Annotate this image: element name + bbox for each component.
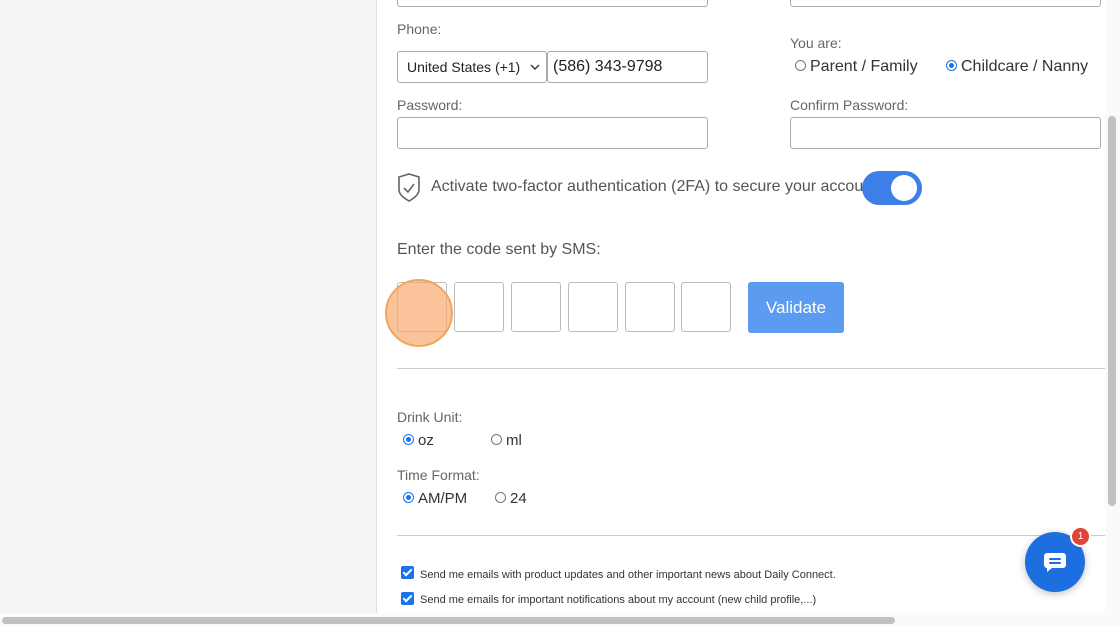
phone-number-value: (586) 343-9798: [553, 58, 663, 75]
left-blank-area: [0, 0, 376, 613]
horizontal-scrollbar-thumb[interactable]: [2, 617, 895, 624]
password-label: Password:: [397, 97, 463, 113]
role-parent-radio[interactable]: [795, 60, 806, 71]
time-format-label: Time Format:: [397, 467, 480, 483]
two-factor-text: Activate two-factor authentication (2FA)…: [431, 178, 881, 195]
chevron-down-icon: [529, 60, 541, 78]
sms-code-label: Enter the code sent by SMS:: [397, 241, 601, 258]
confirm-password-label: Confirm Password:: [790, 97, 909, 113]
drink-unit-ml-radio[interactable]: [491, 434, 502, 445]
role-label: You are:: [790, 35, 842, 51]
country-code-select[interactable]: United States (+1): [397, 51, 547, 83]
time-format-24-radio[interactable]: [495, 492, 506, 503]
chat-badge-count: 1: [1077, 531, 1084, 542]
shield-check-icon: [397, 173, 421, 208]
time-format-ampm-radio[interactable]: [403, 492, 414, 503]
vertical-scrollbar-thumb[interactable]: [1108, 116, 1116, 506]
drink-unit-ml-label[interactable]: ml: [506, 432, 522, 449]
country-code-value: United States (+1): [407, 59, 521, 75]
drink-unit-label: Drink Unit:: [397, 409, 463, 425]
sms-digit-5[interactable]: [625, 282, 675, 332]
phone-label: Phone:: [397, 21, 442, 37]
role-childcare-radio[interactable]: [946, 60, 957, 71]
drink-unit-oz-radio[interactable]: [403, 434, 414, 445]
section-divider: [397, 368, 1107, 369]
horizontal-scrollbar[interactable]: [0, 613, 1120, 626]
two-factor-toggle[interactable]: [862, 171, 922, 205]
phone-number-input[interactable]: (586) 343-9798: [547, 51, 708, 83]
password-input[interactable]: [397, 117, 708, 149]
email-updates-label[interactable]: Send me emails with product updates and …: [420, 569, 836, 581]
registration-form-panel: Phone: United States (+1) (586) 343-9798…: [376, 0, 1120, 613]
section-divider-2: [397, 535, 1107, 536]
confirm-password-input[interactable]: [790, 117, 1101, 149]
time-format-ampm-label[interactable]: AM/PM: [418, 490, 467, 507]
validate-button-label: Validate: [765, 298, 827, 317]
role-parent-label[interactable]: Parent / Family: [810, 58, 918, 76]
email-notifications-checkbox[interactable]: [401, 592, 414, 605]
vertical-scrollbar[interactable]: [1105, 0, 1120, 613]
email-notifications-label[interactable]: Send me emails for important notificatio…: [420, 594, 816, 606]
chat-button[interactable]: 1: [1025, 526, 1091, 592]
previous-field-right[interactable]: [790, 0, 1101, 7]
drink-unit-oz-label[interactable]: oz: [418, 432, 434, 449]
click-indicator: [385, 279, 453, 347]
chat-bubble-icon: [1043, 552, 1067, 579]
sms-digit-6[interactable]: [681, 282, 731, 332]
previous-field-left[interactable]: [397, 0, 708, 7]
chat-notification-badge: 1: [1070, 526, 1091, 547]
time-format-24-label[interactable]: 24: [510, 490, 527, 507]
email-updates-checkbox[interactable]: [401, 566, 414, 579]
validate-button[interactable]: Validate: [748, 282, 844, 333]
sms-digit-4[interactable]: [568, 282, 618, 332]
toggle-knob: [891, 175, 917, 201]
sms-digit-3[interactable]: [511, 282, 561, 332]
role-childcare-label[interactable]: Childcare / Nanny: [961, 58, 1088, 76]
sms-digit-2[interactable]: [454, 282, 504, 332]
